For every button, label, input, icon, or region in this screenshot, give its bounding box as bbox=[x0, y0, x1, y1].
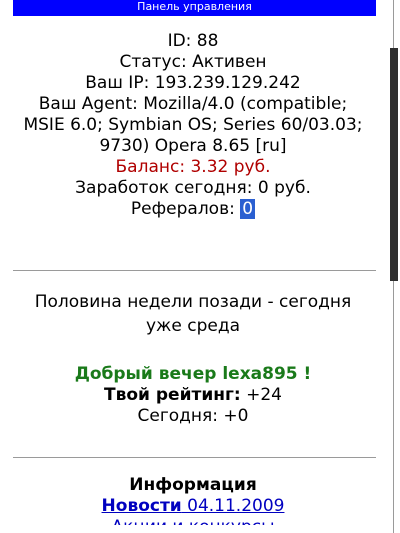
header-bar: Панель управления bbox=[13, 0, 376, 16]
news-link[interactable]: Новости 04.11.2009 bbox=[0, 496, 386, 517]
divider bbox=[13, 270, 376, 271]
news-link-label: Новости bbox=[101, 496, 182, 516]
greeting-text: Добрый вечер lexa895 ! bbox=[74, 364, 312, 384]
page-content: Панель управления ID: 88 Статус: Активен… bbox=[0, 0, 386, 533]
notice-line-1: Половина недели позади - сегодня bbox=[34, 292, 352, 312]
notice-line-2: уже среда bbox=[145, 316, 240, 336]
information-section: Информация Новости 04.11.2009 Акции и ко… bbox=[0, 475, 386, 525]
agent-line-3: 9730) Opera 8.65 [ru] bbox=[99, 136, 287, 156]
news-date: 04.11.2009 bbox=[181, 496, 285, 516]
today-rating: Сегодня: +0 bbox=[137, 406, 249, 426]
agent-line-1: Ваш Agent: Mozilla/4.0 (compatible; bbox=[38, 94, 348, 114]
referrals-count-link[interactable]: 0 bbox=[240, 199, 256, 219]
status-text: Статус: Активен bbox=[119, 52, 267, 72]
account-info: ID: 88 Статус: Активен Ваш IP: 193.239.1… bbox=[0, 31, 386, 220]
ip-text: Ваш IP: 193.239.129.242 bbox=[85, 73, 301, 93]
scrollbar-thumb[interactable] bbox=[390, 48, 398, 281]
promotions-link[interactable]: Акции и конкурсы bbox=[0, 517, 386, 525]
weekday-notice: Половина недели позади - сегодня уже сре… bbox=[0, 290, 386, 338]
divider bbox=[13, 457, 376, 458]
rating-label: Твой рейтинг: bbox=[104, 385, 241, 405]
information-title: Информация bbox=[129, 475, 257, 495]
rating-value: +24 bbox=[240, 385, 282, 405]
user-id: ID: 88 bbox=[167, 31, 219, 51]
rating-row: Твой рейтинг: +24 bbox=[0, 385, 386, 406]
greeting-block: Добрый вечер lexa895 ! Твой рейтинг: +24… bbox=[0, 364, 386, 427]
referrals-label: Рефералов: bbox=[130, 199, 241, 219]
referrals-row: Рефералов: 0 bbox=[0, 199, 386, 220]
header-title: Панель управления bbox=[137, 0, 252, 13]
agent-line-2: MSIE 6.0; Symbian OS; Series 60/03.03; bbox=[23, 115, 363, 135]
earnings-today-text: Заработок сегодня: 0 руб. bbox=[75, 178, 311, 198]
balance-text: Баланс: 3.32 руб. bbox=[115, 157, 271, 177]
